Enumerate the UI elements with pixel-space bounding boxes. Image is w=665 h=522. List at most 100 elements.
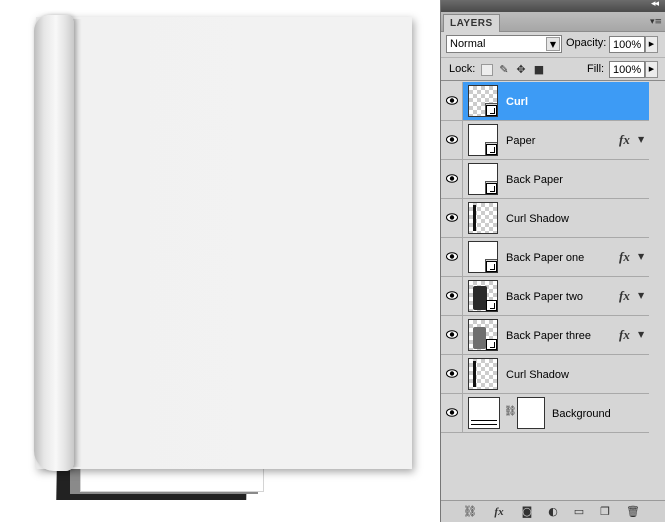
adjustment-layer-icon[interactable]: ◐ — [545, 504, 561, 520]
new-group-folder-icon[interactable]: ▭ — [571, 504, 587, 520]
add-layer-style-fx-icon[interactable]: fx — [491, 504, 507, 520]
lock-label: Lock: — [449, 63, 476, 75]
layer-row-background[interactable]: ⛓ Background — [441, 394, 649, 433]
chevron-down-icon[interactable]: ▼ — [546, 37, 560, 51]
layer-name: Curl Shadow — [506, 369, 569, 381]
fx-icon[interactable]: fx — [619, 288, 630, 304]
layer-row-curl-shadow-2[interactable]: Curl Shadow — [441, 355, 649, 394]
expand-effects-icon[interactable]: ▼ — [638, 252, 644, 261]
opacity-label: Opacity: — [566, 37, 607, 49]
layer-thumbnail — [468, 241, 498, 273]
layer-thumbnail — [468, 280, 498, 312]
layer-name: Back Paper two — [506, 291, 584, 303]
collapse-panel-icon[interactable]: ◂◂ — [651, 0, 659, 9]
layer-row-back-paper[interactable]: Back Paper — [441, 160, 649, 199]
fill-slider-arrow-icon[interactable]: ▶ — [645, 61, 658, 78]
layer-thumbnail — [468, 358, 498, 390]
mask-link-chain-icon[interactable]: ⛓ — [504, 406, 517, 417]
layer-row-back-paper-two[interactable]: Back Paper two fx ▼ — [441, 277, 649, 316]
visibility-cell — [441, 160, 463, 198]
layers-panel: ◂◂ LAYERS ▾≡ Normal ▼ Opacity: 100% ▶ Lo… — [440, 0, 665, 522]
fx-icon[interactable]: fx — [619, 132, 630, 148]
layer-name: Back Paper — [506, 174, 563, 186]
layer-thumbnail — [468, 85, 498, 117]
eye-icon[interactable] — [446, 213, 458, 222]
panel-tab-row: LAYERS ▾≡ — [441, 12, 665, 32]
smart-object-icon — [486, 339, 497, 350]
eye-icon[interactable] — [446, 330, 458, 339]
layer-name: Paper — [506, 135, 536, 147]
visibility-cell — [441, 277, 463, 315]
layers-bottom-toolbar: ⛓ fx ◙ ◐ ▭ ❐ 🗑 — [441, 500, 665, 522]
expand-effects-icon[interactable]: ▼ — [638, 135, 644, 144]
fx-icon[interactable]: fx — [619, 327, 630, 343]
eye-icon[interactable] — [446, 252, 458, 261]
visibility-cell — [441, 82, 463, 120]
smart-object-icon — [486, 144, 497, 155]
smart-object-icon — [486, 261, 497, 272]
layer-row-curl-shadow[interactable]: Curl Shadow — [441, 199, 649, 238]
thumb-shape — [473, 361, 476, 387]
paper-page — [36, 17, 412, 469]
layer-row-back-paper-one[interactable]: Back Paper one fx ▼ — [441, 238, 649, 277]
layer-thumbnail — [468, 319, 498, 351]
thumb-shape — [473, 286, 487, 310]
lock-row: Lock: ✎ ✥ ■ Fill: 100% ▶ — [441, 57, 665, 81]
eye-icon[interactable] — [446, 408, 458, 417]
thumb-shape — [471, 420, 497, 425]
fx-icon[interactable]: fx — [619, 249, 630, 265]
layer-row-paper[interactable]: Paper fx ▼ — [441, 121, 649, 160]
layer-name: Back Paper one — [506, 252, 585, 264]
layer-thumbnail — [468, 163, 498, 195]
lock-transparency-icon[interactable] — [481, 64, 493, 76]
layer-row-curl[interactable]: Curl — [441, 82, 649, 121]
lock-all-padlock-icon[interactable]: ■ — [533, 64, 545, 76]
layer-name: Back Paper three — [506, 330, 591, 342]
visibility-cell — [441, 316, 463, 354]
add-mask-icon[interactable]: ◙ — [519, 504, 535, 520]
blend-mode-select[interactable]: Normal ▼ — [446, 35, 562, 53]
new-layer-icon[interactable]: ❐ — [597, 504, 613, 520]
eye-icon[interactable] — [446, 135, 458, 144]
layer-list: Curl Paper fx ▼ Back Paper Curl Shadow B… — [441, 82, 665, 434]
layer-mask-thumbnail[interactable] — [517, 397, 545, 429]
layer-row-back-paper-three[interactable]: Back Paper three fx ▼ — [441, 316, 649, 355]
lock-position-move-icon[interactable]: ✥ — [515, 64, 527, 76]
document-canvas[interactable] — [0, 0, 440, 522]
visibility-cell — [441, 355, 463, 393]
fill-input[interactable]: 100% — [609, 61, 645, 78]
tab-layers[interactable]: LAYERS — [443, 14, 500, 32]
opacity-slider-arrow-icon[interactable]: ▶ — [645, 36, 658, 53]
panel-menu-icon[interactable]: ▾≡ — [650, 17, 662, 27]
layer-thumbnail — [468, 202, 498, 234]
delete-layer-trash-icon[interactable]: 🗑 — [625, 504, 641, 520]
visibility-cell — [441, 199, 463, 237]
eye-icon[interactable] — [446, 291, 458, 300]
visibility-cell — [441, 238, 463, 276]
eye-icon[interactable] — [446, 174, 458, 183]
expand-effects-icon[interactable]: ▼ — [638, 291, 644, 300]
eye-icon[interactable] — [446, 96, 458, 105]
smart-object-icon — [486, 183, 497, 194]
thumb-shape — [473, 327, 486, 349]
blend-row: Normal ▼ Opacity: 100% ▶ — [441, 33, 665, 55]
lock-pixels-brush-icon[interactable]: ✎ — [498, 64, 510, 76]
visibility-cell — [441, 394, 463, 432]
layer-name: Curl Shadow — [506, 213, 569, 225]
layer-name: Curl — [506, 96, 528, 108]
layer-thumbnail — [468, 124, 498, 156]
page-curl — [34, 15, 74, 471]
layer-thumbnail — [468, 397, 500, 429]
smart-object-icon — [486, 300, 497, 311]
smart-object-icon — [486, 105, 497, 116]
blend-mode-value: Normal — [450, 38, 486, 50]
fill-label: Fill: — [587, 63, 605, 75]
eye-icon[interactable] — [446, 369, 458, 378]
visibility-cell — [441, 121, 463, 159]
link-layers-icon[interactable]: ⛓ — [462, 504, 478, 520]
layer-name: Background — [552, 408, 611, 420]
expand-effects-icon[interactable]: ▼ — [638, 330, 644, 339]
thumb-shape — [473, 205, 476, 231]
panel-title-bar: ◂◂ — [441, 0, 665, 12]
opacity-input[interactable]: 100% — [609, 36, 645, 53]
